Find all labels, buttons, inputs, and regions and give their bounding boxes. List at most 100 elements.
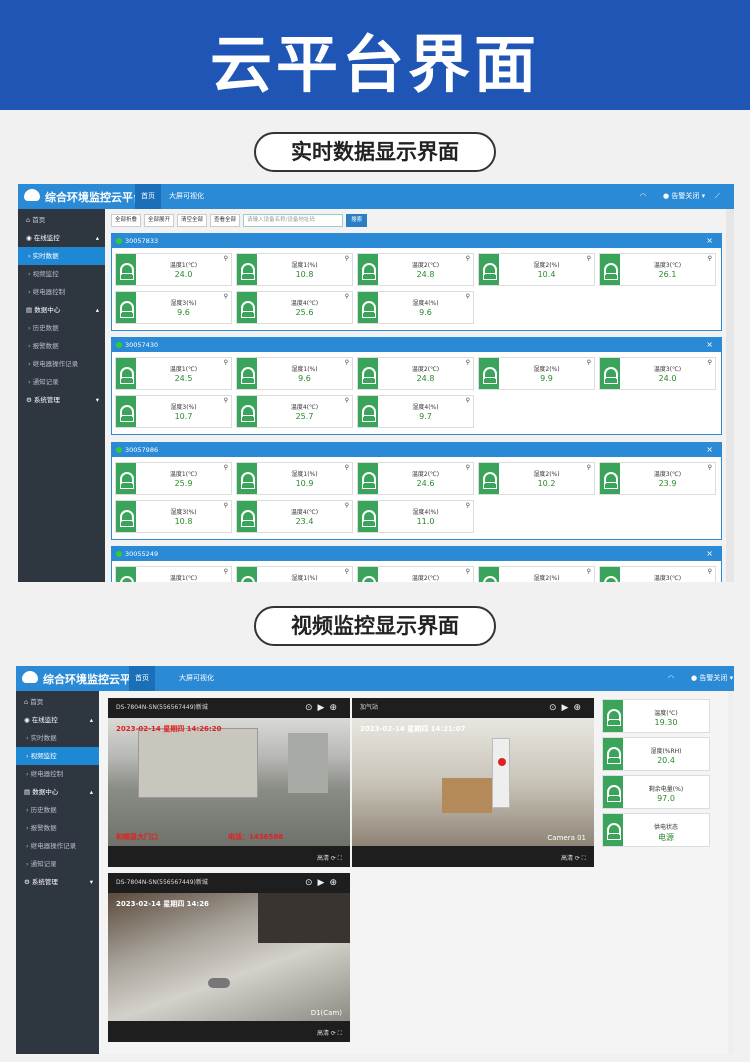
- close-icon[interactable]: ×: [706, 547, 713, 561]
- sensor-tile[interactable]: 温度1(℃) ⚲: [115, 566, 232, 582]
- sidebar-item-home[interactable]: ⌂ 首页: [18, 211, 105, 229]
- sensor-tile[interactable]: 湿度3(%) 9.6 ⚲: [115, 291, 232, 324]
- device-header[interactable]: 30057430 ×: [112, 338, 721, 352]
- zoom-icon[interactable]: ⚲: [224, 397, 228, 404]
- camera-controls-1[interactable]: ⊙▶⊕: [305, 698, 342, 718]
- sidebar-item-relay-log[interactable]: › 继电器操作记录: [18, 355, 105, 373]
- sidebar-item-relay[interactable]: › 继电器控制: [18, 283, 105, 301]
- sidebar-item-data-center[interactable]: ▤ 数据中心 ▴: [18, 301, 105, 319]
- stat-tile[interactable]: 温度(℃) 19.30: [602, 699, 710, 733]
- zoom-icon[interactable]: ⚲: [224, 359, 228, 366]
- nav-home-2[interactable]: 首页: [129, 666, 155, 691]
- sidebar-item-history[interactable]: › 历史数据: [18, 319, 105, 337]
- zoom-icon[interactable]: ⚲: [466, 464, 470, 471]
- sidebar-item-notify-log[interactable]: › 通知记录: [16, 855, 99, 873]
- nav-big-screen[interactable]: 大屏可视化: [163, 184, 210, 209]
- stat-tile[interactable]: 剩余电量(%) 97.0: [602, 775, 710, 809]
- zoom-icon[interactable]: ⚲: [345, 464, 349, 471]
- zoom-icon[interactable]: ⚲: [224, 255, 228, 262]
- zoom-icon[interactable]: ⚲: [345, 255, 349, 262]
- zoom-icon[interactable]: ⚲: [587, 359, 591, 366]
- stat-tile[interactable]: 供电状态 电源: [602, 813, 710, 847]
- sensor-tile[interactable]: 湿度2(%) ⚲: [478, 566, 595, 582]
- zoom-icon[interactable]: ⚲: [466, 293, 470, 300]
- sensor-tile[interactable]: 温度3(℃) 24.0 ⚲: [599, 357, 716, 390]
- search-input[interactable]: 请输入设备名称/设备地址码: [243, 214, 344, 227]
- quality-toggle-1[interactable]: 高清 ⟳ ⛶: [317, 853, 342, 863]
- sidebar-item-system[interactable]: ⚙ 系统管理 ▾: [16, 873, 99, 891]
- sensor-tile[interactable]: 温度4(℃) 25.6 ⚲: [236, 291, 353, 324]
- sensor-tile[interactable]: 温度3(℃) 23.9 ⚲: [599, 462, 716, 495]
- alarm-toggle-2[interactable]: ● 告警关闭 ▾: [691, 666, 733, 691]
- sensor-tile[interactable]: 湿度1(%) ⚲: [236, 566, 353, 582]
- zoom-icon[interactable]: ⚲: [345, 502, 349, 509]
- sidebar-item-realtime[interactable]: › 实时数据: [16, 729, 99, 747]
- sensor-tile[interactable]: 湿度2(%) 9.9 ⚲: [478, 357, 595, 390]
- sidebar-item-relay-log[interactable]: › 继电器操作记录: [16, 837, 99, 855]
- clear-all-button[interactable]: 清空全部: [177, 214, 208, 227]
- sensor-tile[interactable]: 湿度1(%) 10.9 ⚲: [236, 462, 353, 495]
- headset-icon[interactable]: ◠: [668, 666, 674, 691]
- sensor-tile[interactable]: 湿度3(%) 10.7 ⚲: [115, 395, 232, 428]
- zoom-icon[interactable]: ⚲: [466, 568, 470, 575]
- device-header[interactable]: 30057986 ×: [112, 443, 721, 457]
- zoom-icon[interactable]: ⚲: [224, 502, 228, 509]
- sensor-tile[interactable]: 湿度2(%) 10.2 ⚲: [478, 462, 595, 495]
- scrollbar-2[interactable]: [728, 691, 734, 1054]
- zoom-icon[interactable]: ⚲: [587, 255, 591, 262]
- close-icon[interactable]: ×: [706, 234, 713, 248]
- sidebar-item-data-center[interactable]: ▤ 数据中心 ▴: [16, 783, 99, 801]
- sensor-tile[interactable]: 湿度4(%) 9.6 ⚲: [357, 291, 474, 324]
- zoom-icon[interactable]: ⚲: [466, 359, 470, 366]
- sensor-tile[interactable]: 湿度3(%) 10.8 ⚲: [115, 500, 232, 533]
- sidebar-item-alarm-data[interactable]: › 报警数据: [18, 337, 105, 355]
- sensor-tile[interactable]: 温度1(℃) 24.5 ⚲: [115, 357, 232, 390]
- sensor-tile[interactable]: 湿度2(%) 10.4 ⚲: [478, 253, 595, 286]
- headset-icon[interactable]: ◠: [640, 184, 646, 209]
- sensor-tile[interactable]: 湿度4(%) 9.7 ⚲: [357, 395, 474, 428]
- zoom-icon[interactable]: ⚲: [466, 502, 470, 509]
- settings-icon[interactable]: ⟋: [715, 184, 720, 209]
- sidebar-item-home[interactable]: ⌂ 首页: [16, 693, 99, 711]
- device-header[interactable]: 30055249 ×: [112, 547, 721, 561]
- close-icon[interactable]: ×: [706, 338, 713, 352]
- zoom-icon[interactable]: ⚲: [466, 255, 470, 262]
- sidebar-item-relay[interactable]: › 继电器控制: [16, 765, 99, 783]
- sidebar-item-realtime[interactable]: › 实时数据: [18, 247, 105, 265]
- zoom-icon[interactable]: ⚲: [708, 568, 712, 575]
- scrollbar[interactable]: [726, 209, 734, 582]
- expand-all-button[interactable]: 全部展开: [144, 214, 175, 227]
- zoom-icon[interactable]: ⚲: [224, 464, 228, 471]
- zoom-icon[interactable]: ⚲: [224, 293, 228, 300]
- camera-controls-2[interactable]: ⊙▶⊕: [549, 698, 586, 718]
- sidebar-item-online-monitor[interactable]: ◉ 在线监控 ▴: [16, 711, 99, 729]
- view-all-button[interactable]: 查看全部: [210, 214, 241, 227]
- zoom-icon[interactable]: ⚲: [345, 293, 349, 300]
- camera-video-1[interactable]: 2023-02-14 星期四 14:26:20 和顺县大门口 电话：143658…: [108, 718, 350, 846]
- sidebar-item-notify-log[interactable]: › 通知记录: [18, 373, 105, 391]
- sensor-tile[interactable]: 温度2(℃) ⚲: [357, 566, 474, 582]
- device-header[interactable]: 30057833 ×: [112, 234, 721, 248]
- sensor-tile[interactable]: 温度1(℃) 24.0 ⚲: [115, 253, 232, 286]
- zoom-icon[interactable]: ⚲: [708, 359, 712, 366]
- sensor-tile[interactable]: 温度4(℃) 25.7 ⚲: [236, 395, 353, 428]
- sensor-tile[interactable]: 温度2(℃) 24.8 ⚲: [357, 357, 474, 390]
- zoom-icon[interactable]: ⚲: [345, 397, 349, 404]
- sidebar-item-video[interactable]: › 视频监控: [16, 747, 99, 765]
- sidebar-item-alarm-data[interactable]: › 报警数据: [16, 819, 99, 837]
- sensor-tile[interactable]: 温度4(℃) 23.4 ⚲: [236, 500, 353, 533]
- sensor-tile[interactable]: 温度3(℃) ⚲: [599, 566, 716, 582]
- zoom-icon[interactable]: ⚲: [224, 568, 228, 575]
- close-icon[interactable]: ×: [706, 443, 713, 457]
- sensor-tile[interactable]: 温度2(℃) 24.6 ⚲: [357, 462, 474, 495]
- sidebar-item-history[interactable]: › 历史数据: [16, 801, 99, 819]
- sidebar-item-video[interactable]: › 视频监控: [18, 265, 105, 283]
- sensor-tile[interactable]: 温度2(℃) 24.8 ⚲: [357, 253, 474, 286]
- camera-video-2[interactable]: 2023-02-14 星期四 14:21:07 Camera 01: [352, 718, 594, 846]
- nav-big-screen-2[interactable]: 大屏可视化: [173, 666, 220, 691]
- sensor-tile[interactable]: 湿度1(%) 9.6 ⚲: [236, 357, 353, 390]
- zoom-icon[interactable]: ⚲: [587, 568, 591, 575]
- stat-tile[interactable]: 湿度(%RH) 20.4: [602, 737, 710, 771]
- zoom-icon[interactable]: ⚲: [708, 255, 712, 262]
- sensor-tile[interactable]: 温度1(℃) 25.9 ⚲: [115, 462, 232, 495]
